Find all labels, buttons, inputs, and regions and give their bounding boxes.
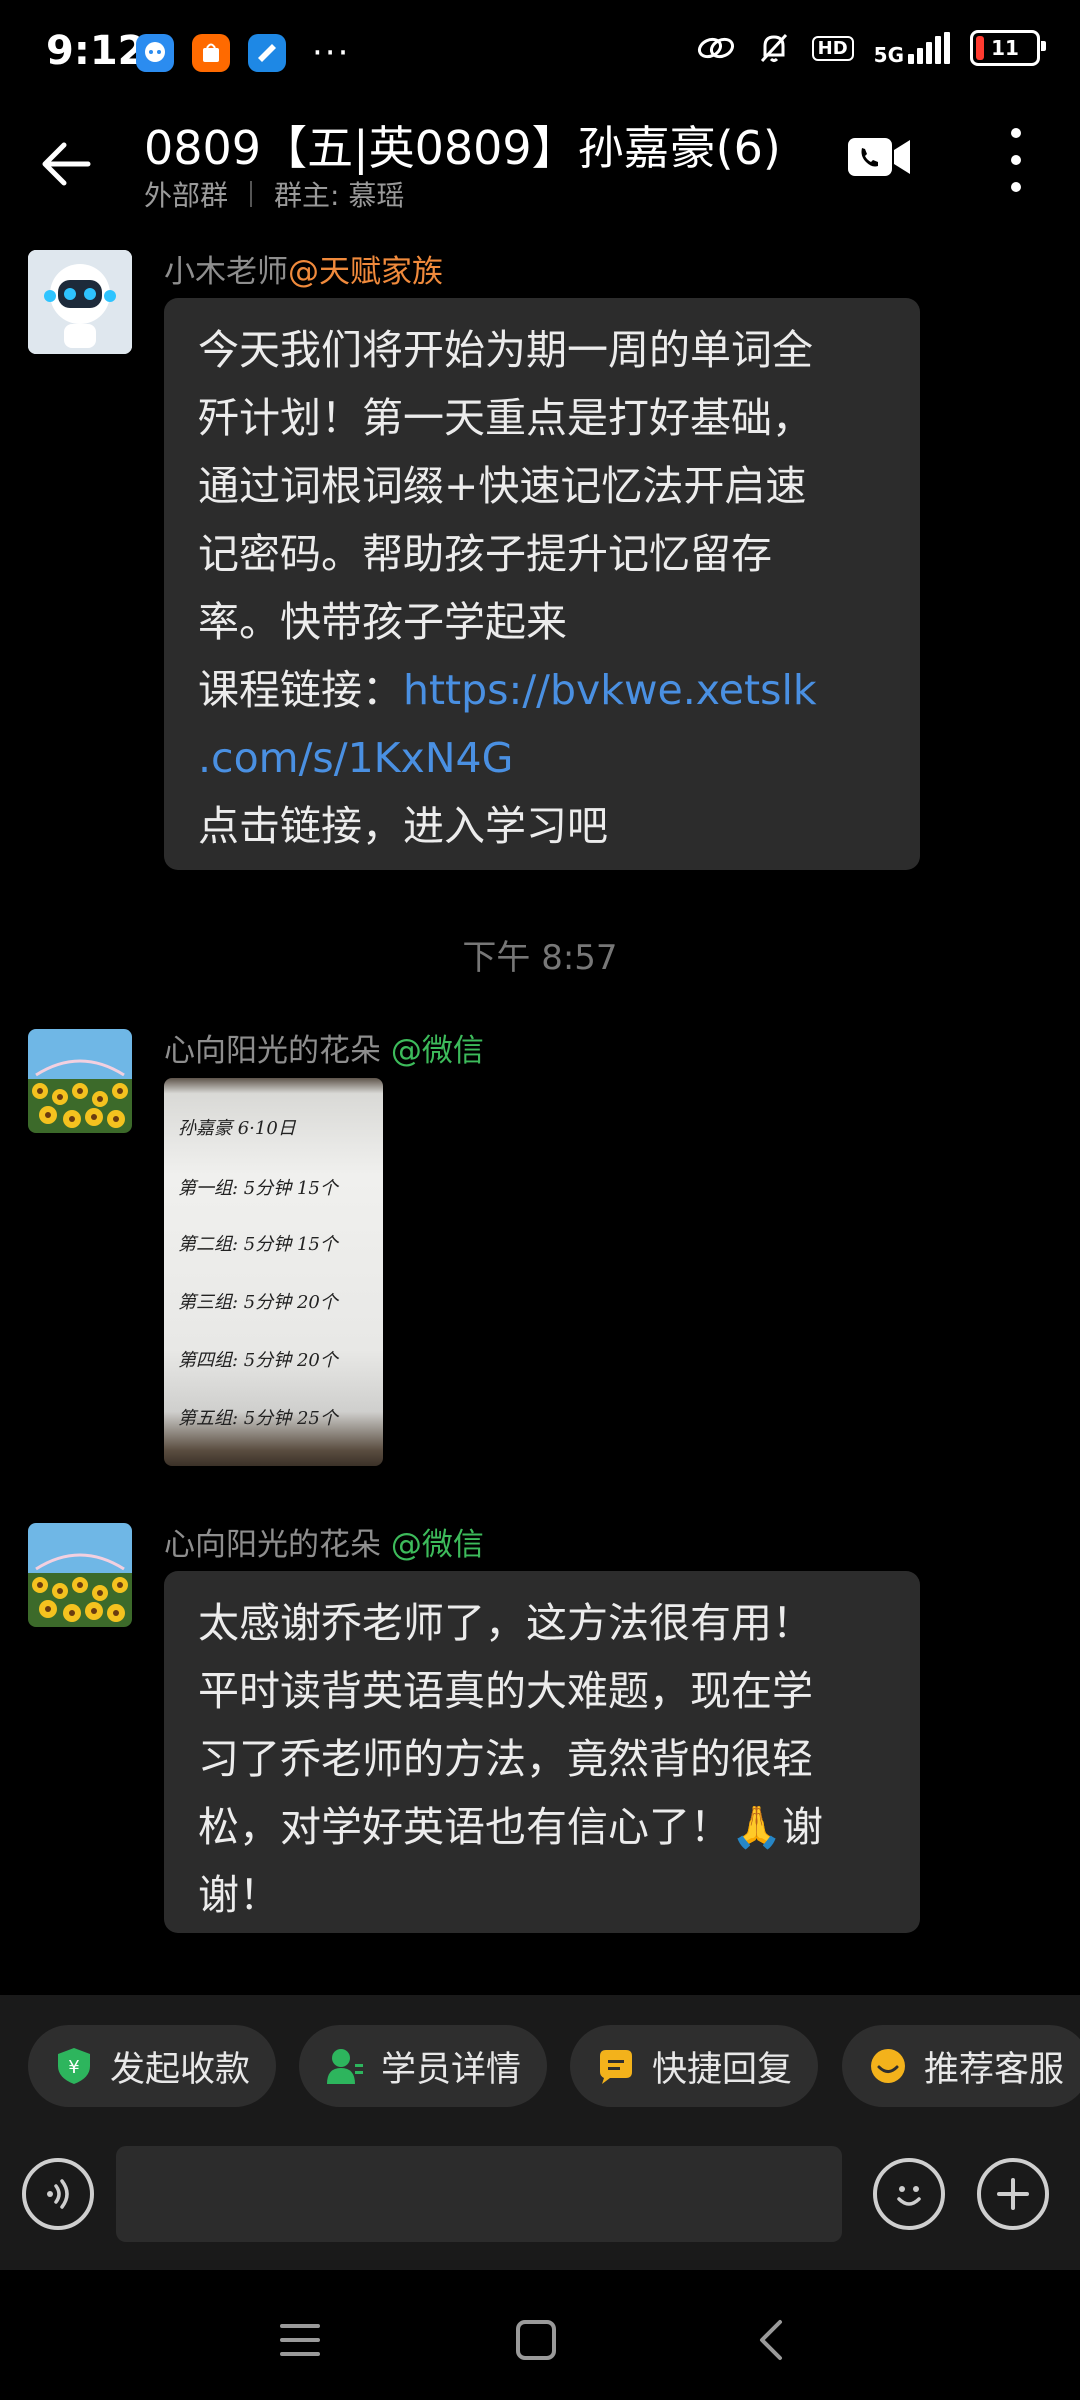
support-icon bbox=[868, 2046, 908, 2086]
group-type: 外部群 bbox=[144, 179, 229, 212]
message-line: 太感谢乔老师了，这方法很有用！ bbox=[198, 1599, 813, 1647]
sender-name: 心向阳光的花朵 bbox=[164, 1033, 381, 1069]
image-text: 第三组: 5分钟 20个 bbox=[178, 1292, 338, 1313]
chat-header: 0809【五|英0809】孙嘉豪(6) 外部群 群主: 慕瑶 bbox=[0, 110, 1080, 220]
message-timestamp: 下午 8:57 bbox=[462, 938, 618, 978]
message-bubble[interactable]: 太感谢乔老师了，这方法很有用！ 平时读背英语真的大难题，现在学 习了乔老师的方法… bbox=[164, 1571, 920, 1933]
link-line: 课程链接：https://bvkwe.xetslk bbox=[198, 656, 886, 724]
chat-app-icon bbox=[136, 34, 174, 72]
sender-name-line: 心向阳光的花朵 @微信 bbox=[164, 1025, 484, 1070]
group-owner: 群主: 慕瑶 bbox=[274, 179, 405, 212]
message-line: 点击链接，进入学习吧 bbox=[198, 802, 608, 850]
voice-button[interactable] bbox=[22, 2158, 94, 2230]
message-line: 平时读背英语真的大难题，现在学 bbox=[198, 1667, 813, 1715]
message-line: 通过词根词缀+快速记忆法开启速 bbox=[198, 462, 807, 510]
chat-subtitle: 外部群 群主: 慕瑶 bbox=[144, 174, 404, 214]
system-icons: HD 5G 11 bbox=[696, 30, 1046, 67]
back-chevron-icon bbox=[760, 2320, 782, 2360]
svg-text:¥: ¥ bbox=[68, 2057, 79, 2078]
status-time: 9:12 bbox=[46, 28, 146, 74]
image-text: 第五组: 5分钟 25个 bbox=[178, 1408, 338, 1429]
divider bbox=[250, 181, 253, 207]
chat-title: 0809【五|英0809】孙嘉豪(6) bbox=[144, 121, 781, 175]
plus-icon bbox=[997, 2178, 1029, 2210]
handwritten-note-image[interactable]: 孙嘉豪 6·10日 第一组: 5分钟 15个 第二组: 5分钟 15个 第三组:… bbox=[164, 1078, 383, 1466]
quick-reply-button[interactable]: 快捷回复 bbox=[570, 2025, 819, 2107]
more-options-button[interactable] bbox=[996, 128, 1036, 192]
image-text: 第二组: 5分钟 15个 bbox=[178, 1234, 338, 1255]
dot bbox=[1011, 182, 1021, 192]
home-square-icon bbox=[516, 2320, 556, 2360]
robot-avatar[interactable] bbox=[28, 250, 132, 354]
link-icon bbox=[697, 37, 734, 59]
voice-icon bbox=[47, 2179, 69, 2209]
sunflower-avatar[interactable] bbox=[28, 1029, 132, 1133]
sender-tag: @微信 bbox=[390, 1527, 484, 1563]
sender-tag: @微信 bbox=[390, 1033, 484, 1069]
course-link-continued[interactable]: .com/s/1KxN4G bbox=[198, 724, 886, 792]
payment-shield-icon: ¥ bbox=[54, 2046, 94, 2086]
battery-icon: 11 bbox=[970, 30, 1046, 66]
message-line: 率。快带孩子学起来 bbox=[198, 598, 567, 646]
course-link[interactable]: https://bvkwe.xetslk bbox=[403, 666, 817, 714]
sender-name-line: 心向阳光的花朵 @微信 bbox=[164, 1519, 484, 1564]
home-nav-button[interactable] bbox=[506, 2310, 566, 2370]
back-nav-button[interactable] bbox=[742, 2310, 802, 2370]
sunflower-avatar[interactable] bbox=[28, 1523, 132, 1627]
signal-bars-icon bbox=[908, 32, 950, 64]
chip-label: 发起收款 bbox=[110, 2049, 251, 2090]
shopping-app-icon bbox=[192, 34, 230, 72]
back-button[interactable] bbox=[36, 134, 96, 194]
video-call-icon bbox=[848, 138, 910, 176]
menu-icon bbox=[280, 2324, 320, 2356]
call-button[interactable] bbox=[846, 134, 912, 180]
mute-bell-icon bbox=[760, 33, 787, 63]
message-line: 今天我们将开始为期一周的单词全 bbox=[198, 326, 813, 374]
sender-name: 心向阳光的花朵 bbox=[164, 1527, 381, 1563]
menu-nav-button[interactable] bbox=[270, 2310, 330, 2370]
image-text: 第一组: 5分钟 15个 bbox=[178, 1178, 338, 1199]
image-text: 第四组: 5分钟 20个 bbox=[178, 1350, 338, 1371]
message-app-icon bbox=[248, 34, 286, 72]
message-input[interactable] bbox=[116, 2146, 842, 2242]
message-line: 歼计划！第一天重点是打好基础， bbox=[198, 394, 813, 442]
message-line: 松，对学好英语也有信心了！🙏谢 bbox=[198, 1803, 824, 1851]
status-bar: 9:12 ··· HD 5G 11 bbox=[0, 0, 1080, 110]
quick-reply-icon bbox=[596, 2046, 636, 2086]
recommend-support-button[interactable]: 推荐客服 bbox=[842, 2025, 1080, 2107]
notification-icons: ··· bbox=[136, 34, 350, 72]
student-details-button[interactable]: 学员详情 bbox=[299, 2025, 548, 2107]
more-notifications-icon: ··· bbox=[312, 33, 351, 73]
battery-level: 11 bbox=[991, 36, 1019, 60]
emoji-button[interactable] bbox=[873, 2158, 945, 2230]
student-icon bbox=[325, 2046, 365, 2086]
chip-label: 学员详情 bbox=[381, 2049, 522, 2090]
message-line: 习了乔老师的方法，竟然背的很轻 bbox=[198, 1735, 813, 1783]
message-line: 记密码。帮助孩子提升记忆留存 bbox=[198, 530, 772, 578]
dot bbox=[1011, 128, 1021, 138]
system-nav-bar bbox=[0, 2270, 1080, 2400]
signal-indicator: 5G bbox=[873, 32, 950, 67]
network-type: 5G bbox=[873, 43, 904, 67]
message-input-row bbox=[0, 2140, 1080, 2270]
quick-actions-bar: ¥ 发起收款 学员详情 快捷回复 推荐客服 bbox=[0, 1995, 1080, 2140]
dot bbox=[1011, 155, 1021, 165]
hd-badge: HD bbox=[811, 35, 854, 61]
link-label: 课程链接： bbox=[198, 666, 403, 714]
message-bubble[interactable]: 今天我们将开始为期一周的单词全 歼计划！第一天重点是打好基础， 通过词根词缀+快… bbox=[164, 298, 920, 870]
message-line: 谢！ bbox=[198, 1871, 280, 1919]
sender-name: 小木老师 bbox=[164, 254, 288, 290]
back-arrow-icon bbox=[42, 142, 91, 186]
collect-payment-button[interactable]: ¥ 发起收款 bbox=[28, 2025, 277, 2107]
emoji-icon bbox=[897, 2186, 921, 2206]
image-text: 孙嘉豪 6·10日 bbox=[178, 1118, 296, 1139]
chip-label: 快捷回复 bbox=[652, 2049, 793, 2090]
chip-label: 推荐客服 bbox=[924, 2049, 1065, 2090]
add-attachment-button[interactable] bbox=[977, 2158, 1049, 2230]
sender-tag: @天赋家族 bbox=[288, 254, 443, 290]
sender-name-line: 小木老师@天赋家族 bbox=[164, 246, 443, 291]
